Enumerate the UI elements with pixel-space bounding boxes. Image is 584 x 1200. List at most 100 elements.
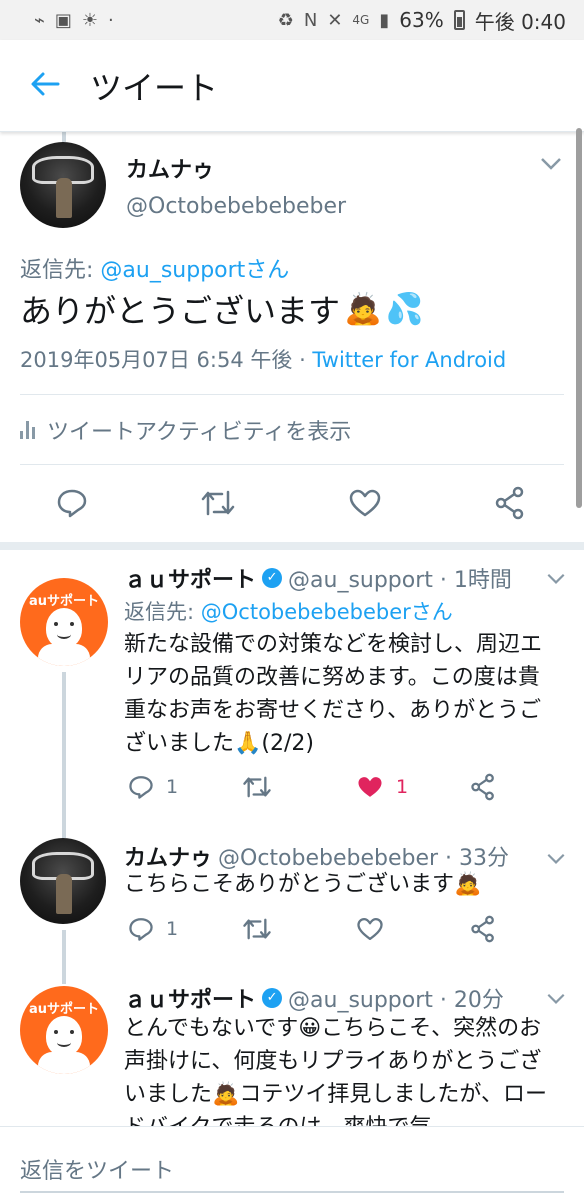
person-image xyxy=(56,178,72,218)
heart-icon xyxy=(349,489,381,517)
reply-to-prefix: 返信先: xyxy=(124,600,201,624)
share-button[interactable] xyxy=(494,486,526,520)
thread-line xyxy=(62,132,66,142)
sweat-droplets-emoji-icon: 💦 xyxy=(385,291,424,327)
reply-button[interactable]: 1 xyxy=(128,916,178,942)
reply-button[interactable] xyxy=(56,488,88,518)
reply-header: ａｕサポート ✓ @au_support · 20分 xyxy=(124,982,504,1014)
au-logo-icon: auサポート xyxy=(28,594,100,609)
chevron-down-icon[interactable] xyxy=(546,566,566,590)
back-arrow-icon[interactable] xyxy=(0,66,90,106)
analytics-icon xyxy=(20,421,35,439)
share-icon xyxy=(495,486,524,520)
battery-percent: 63% xyxy=(399,8,444,32)
avatar[interactable] xyxy=(20,142,106,228)
reply-tweet[interactable]: auサポート ａｕサポート ✓ @au_support · 1時間 返信先: @… xyxy=(0,550,584,832)
like-button[interactable] xyxy=(356,916,384,942)
au-mascot-face xyxy=(46,1016,82,1056)
reply-header: ａｕサポート ✓ @au_support · 1時間 xyxy=(124,562,512,594)
reply-to: 返信先: @au_supportさん xyxy=(20,252,289,284)
reply-to-mention[interactable]: @Octobebebebeberさん xyxy=(201,600,453,624)
avatar[interactable]: auサポート xyxy=(20,986,108,1074)
retweet-button[interactable] xyxy=(200,488,236,518)
network-type: 4G xyxy=(352,13,370,27)
author-handle[interactable]: @Octobebebebeber xyxy=(126,194,346,219)
main-tweet: カムナゥ @Octobebebebeber 返信先: @au_supportさん… xyxy=(0,132,584,542)
tweet-text: とんでもないです😀こちらこそ、突然のお声掛けに、何度もリプライありがとうございま… xyxy=(124,1016,547,1126)
retweet-icon xyxy=(201,490,235,516)
share-icon xyxy=(471,915,494,943)
author-name[interactable]: ａｕサポート xyxy=(124,562,256,594)
retweet-icon xyxy=(243,918,271,940)
author-name[interactable]: カムナゥ xyxy=(126,152,214,184)
avatar[interactable]: auサポート xyxy=(20,578,108,666)
weather-icon: ☀ xyxy=(81,9,98,31)
share-button[interactable] xyxy=(470,914,496,944)
tweet-text: ありがとうございます 🙇 💦 xyxy=(20,286,424,332)
tweet-activity-link[interactable]: ツイートアクティビティを表示 xyxy=(20,414,351,446)
reply-icon xyxy=(57,489,87,518)
reply-input[interactable]: 返信をツイート xyxy=(20,1153,174,1185)
recycle-icon: ♻ xyxy=(277,9,294,31)
tweet-timestamp: 2019年05月07日 6:54 午後 · xyxy=(20,348,313,372)
mute-icon: ✕ xyxy=(327,9,343,31)
app-bar: ツイート xyxy=(0,40,584,132)
page-title: ツイート xyxy=(90,68,219,107)
battery-icon xyxy=(453,10,465,30)
section-separator xyxy=(0,542,584,550)
reply-to-mention[interactable]: @au_supportさん xyxy=(100,258,289,283)
reply-tweet[interactable]: auサポート ａｕサポート ✓ @au_support · 20分 とんでもない… xyxy=(0,972,584,1126)
activity-icon: ⌁ xyxy=(34,9,45,31)
tweet-actions: 1 xyxy=(124,914,564,946)
scrollbar[interactable] xyxy=(576,128,582,508)
reply-composer[interactable]: 返信をツイート xyxy=(0,1126,584,1200)
like-button[interactable] xyxy=(348,488,382,518)
status-bar-right: ♻ N ✕ 4G ▮ 63% 午後 0:40 xyxy=(278,6,566,35)
author-name[interactable]: ａｕサポート xyxy=(124,982,256,1014)
divider xyxy=(20,464,564,465)
share-icon xyxy=(471,773,494,801)
arrow-left-icon xyxy=(31,72,60,95)
tweet-actions xyxy=(0,482,584,526)
reply-icon xyxy=(129,918,153,941)
share-button[interactable] xyxy=(470,772,496,802)
dot-icon: · xyxy=(108,9,114,31)
reply-count: 1 xyxy=(166,776,179,798)
thread-line xyxy=(62,672,66,832)
reply-tweet[interactable]: カムナゥ @Octobebebebeber · 33分 こちらこそありがとうござ… xyxy=(0,822,584,978)
status-bar-left: ⌁ ▣ ☀ · xyxy=(34,10,114,31)
bow-emoji-icon: 🙇 xyxy=(344,291,382,327)
reply-to-prefix: 返信先: xyxy=(20,258,101,283)
au-mascot-body xyxy=(38,1052,90,1074)
tweet-meta: 2019年05月07日 6:54 午後 · Twitter for Androi… xyxy=(20,344,506,374)
author-handle[interactable]: @au_support · 1時間 xyxy=(288,562,512,594)
like-count: 1 xyxy=(396,776,409,798)
tweet-actions: 1 1 xyxy=(124,772,564,804)
like-button[interactable]: 1 xyxy=(356,774,408,800)
tweet-activity-label: ツイートアクティビティを表示 xyxy=(47,420,352,445)
avatar[interactable] xyxy=(20,838,106,924)
person-image xyxy=(56,874,72,914)
author-handle[interactable]: @au_support · 20分 xyxy=(288,982,504,1014)
au-mascot-body xyxy=(38,644,90,666)
heart-filled-icon xyxy=(358,777,382,797)
thread-line xyxy=(62,972,66,984)
thread-line xyxy=(62,930,66,978)
status-bar: ⌁ ▣ ☀ · ♻ N ✕ 4G ▮ 63% 午後 0:40 xyxy=(0,0,584,40)
retweet-button[interactable] xyxy=(242,774,272,800)
au-mascot-face xyxy=(46,608,82,648)
input-underline xyxy=(20,1191,564,1193)
chevron-down-icon[interactable] xyxy=(540,152,562,176)
reply-button[interactable]: 1 xyxy=(128,774,178,800)
heart-icon xyxy=(357,917,383,941)
retweet-button[interactable] xyxy=(242,916,272,942)
chevron-down-icon[interactable] xyxy=(546,846,566,870)
tweet-text: こちらこそありがとうございます🙇 xyxy=(124,872,482,897)
tweet-text-content: ありがとうございます xyxy=(20,292,341,330)
clock: 午後 0:40 xyxy=(474,9,566,34)
au-logo-icon: auサポート xyxy=(28,1002,100,1017)
reply-to: 返信先: @Octobebebebeberさん xyxy=(124,596,453,626)
chevron-down-icon[interactable] xyxy=(546,986,566,1010)
tweet-source[interactable]: Twitter for Android xyxy=(312,348,506,372)
verified-badge-icon: ✓ xyxy=(262,568,283,588)
